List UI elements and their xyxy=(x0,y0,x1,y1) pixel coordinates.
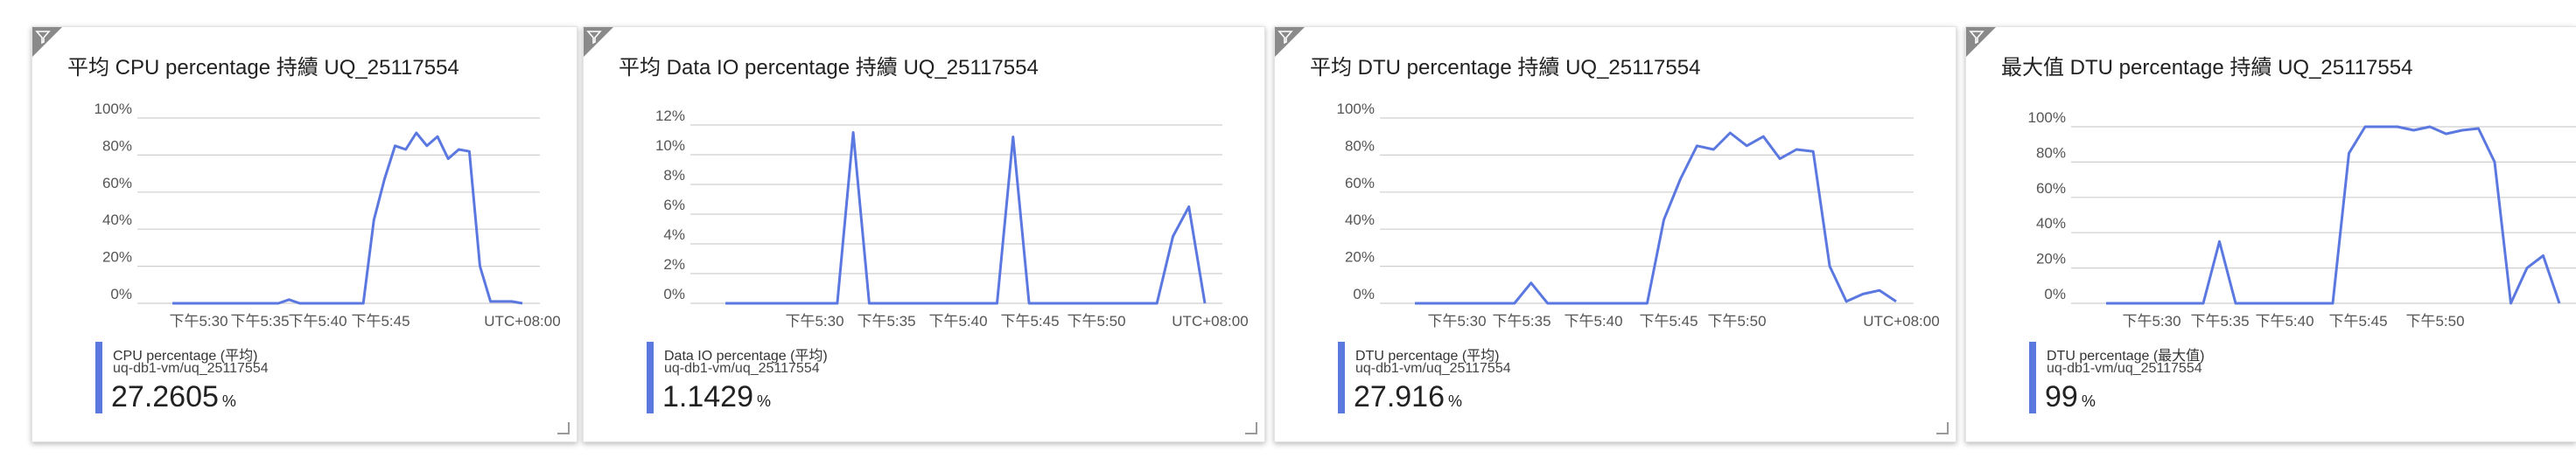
y-tick-label: 20% xyxy=(102,249,132,266)
y-tick-label: 40% xyxy=(2036,215,2066,232)
x-tick-label: 下午5:50 xyxy=(1067,313,1125,330)
y-tick-label: 4% xyxy=(663,226,685,243)
y-tick-label: 20% xyxy=(1345,249,1375,266)
y-tick-label: 0% xyxy=(110,286,132,302)
x-tick-label: 下午5:35 xyxy=(1492,313,1550,330)
legend-value-number: 99 xyxy=(2045,380,2078,413)
tile-avg-dtu-percentage[interactable]: 平均 DTU percentage 持續 UQ_25117554 100% 80%… xyxy=(1274,26,1956,442)
legend-value-unit: % xyxy=(2081,392,2096,410)
x-tick-label: 下午5:45 xyxy=(1639,313,1698,330)
x-tick-label: 下午5:35 xyxy=(857,313,915,330)
chart: 100% 80% 60% 40% 20% 0% 下午5:30 下午5:35 下午5:40 下午5:… xyxy=(1337,101,1940,330)
timezone-label: UTC+08:00 xyxy=(1863,313,1939,330)
y-tick-label: 8% xyxy=(663,167,685,184)
legend-value-unit: % xyxy=(221,392,236,410)
x-tick-label: 下午5:40 xyxy=(928,313,987,330)
legend-value: 27.2605% xyxy=(111,380,236,414)
timezone-label: UTC+08:00 xyxy=(484,313,560,330)
legend-value-unit: % xyxy=(757,392,772,410)
x-tick-label: 下午5:45 xyxy=(2328,313,2387,330)
y-tick-label: 80% xyxy=(2036,144,2066,161)
legend-value: 99% xyxy=(2045,380,2096,414)
x-tick-label: 下午5:40 xyxy=(2255,313,2314,330)
legend-value-unit: % xyxy=(1448,392,1463,410)
x-tick-label: 下午5:30 xyxy=(1427,313,1486,330)
y-tick-label: 6% xyxy=(663,197,685,213)
series-color-bar xyxy=(647,342,654,413)
y-tick-label: 60% xyxy=(1345,175,1375,191)
x-tick-label: 下午5:30 xyxy=(169,313,228,330)
legend-resource: uq-db1-vm/uq_25117554 xyxy=(664,361,820,376)
y-tick-label: 0% xyxy=(2044,286,2066,302)
timezone-label: UTC+08:00 xyxy=(1172,313,1248,330)
legend-value-number: 27.2605 xyxy=(111,380,219,413)
series-line xyxy=(1415,131,1897,305)
chart: 12% 10% 8% 6% 4% 2% 0% 下午5:30 下午5:35 下午5:40 下午5:45… xyxy=(655,108,1249,330)
legend-resource: uq-db1-vm/uq_25117554 xyxy=(2047,361,2202,376)
legend-resource: uq-db1-vm/uq_25117554 xyxy=(1355,361,1511,376)
x-tick-label: 下午5:40 xyxy=(288,313,346,330)
legend-value-number: 27.916 xyxy=(1354,380,1445,413)
y-tick-label: 40% xyxy=(1345,212,1375,228)
legend-value: 27.916% xyxy=(1354,380,1462,414)
tile-avg-data-io-percentage[interactable]: 平均 Data IO percentage 持續 UQ_25117554 12%… xyxy=(583,26,1265,442)
y-tick-label: 40% xyxy=(102,212,132,228)
y-tick-label: 60% xyxy=(2036,180,2066,197)
x-tick-label: 下午5:45 xyxy=(351,313,410,330)
x-tick-label: 下午5:40 xyxy=(1564,313,1622,330)
legend-value: 1.1429% xyxy=(662,380,771,414)
chart: 100% 80% 60% 40% 20% 0% 下午5:30 下午5:35 下午5:40 下午5:… xyxy=(2028,109,2576,330)
series-line xyxy=(2106,125,2561,305)
legend-value-number: 1.1429 xyxy=(662,380,753,413)
y-tick-label: 0% xyxy=(663,286,685,302)
x-tick-label: 下午5:50 xyxy=(2405,313,2464,330)
x-tick-label: 下午5:30 xyxy=(785,313,844,330)
y-tick-label: 100% xyxy=(2028,109,2066,126)
chart: 100% 80% 60% 40% 20% 0% 下午5:30下午5:35下午5:40 下午5:… xyxy=(94,101,561,330)
x-tick-label: 下午5:50 xyxy=(1707,313,1766,330)
y-tick-label: 80% xyxy=(102,137,132,154)
resize-handle[interactable] xyxy=(1936,422,1949,434)
series-color-bar xyxy=(95,342,102,413)
y-tick-label: 80% xyxy=(1345,137,1375,154)
series-color-bar xyxy=(2029,342,2036,413)
y-tick-label: 100% xyxy=(94,101,132,117)
x-tick-label: 下午5:45 xyxy=(1000,313,1059,330)
y-tick-label: 100% xyxy=(1337,101,1375,117)
y-tick-label: 60% xyxy=(102,175,132,191)
dashboard-tiles: 平均 CPU percentage 持續 UQ_25117554 100% 80%… xyxy=(0,0,2576,472)
y-tick-label: 0% xyxy=(1353,286,1375,302)
resize-handle[interactable] xyxy=(557,422,570,434)
series-line xyxy=(725,131,1207,305)
series-color-bar xyxy=(1338,342,1345,413)
tile-max-dtu-percentage[interactable]: 最大值 DTU percentage 持續 UQ_25117554 100% 80… xyxy=(1965,26,2576,442)
series-line xyxy=(172,131,523,305)
y-tick-label: 20% xyxy=(2036,251,2066,267)
y-tick-label: 10% xyxy=(655,137,685,154)
legend-resource: uq-db1-vm/uq_25117554 xyxy=(113,361,269,376)
x-tick-label: 下午5:35 xyxy=(230,313,289,330)
x-tick-label: 下午5:30 xyxy=(2122,313,2180,330)
resize-handle[interactable] xyxy=(1245,422,1257,434)
tile-avg-cpu-percentage[interactable]: 平均 CPU percentage 持續 UQ_25117554 100% 80%… xyxy=(32,26,578,442)
x-tick-label: 下午5:35 xyxy=(2190,313,2249,330)
y-tick-label: 12% xyxy=(655,108,685,124)
y-tick-label: 2% xyxy=(663,256,685,273)
